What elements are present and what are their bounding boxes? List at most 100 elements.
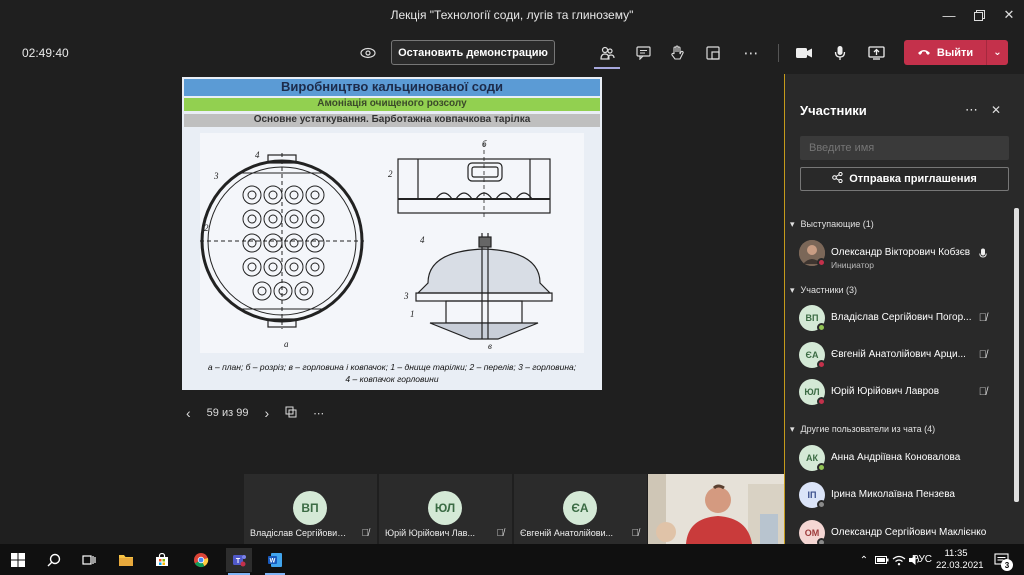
search-participants-input[interactable] [800,136,1009,160]
svg-text:T: T [236,558,241,565]
caret-down-icon: ▾ [790,219,795,229]
status-available-icon [817,463,826,472]
presenters-section-toggle[interactable]: ▾ Выступающие (1) [790,219,874,230]
camera-video-tile[interactable] [648,474,784,544]
restore-icon[interactable] [964,4,994,26]
mic-muted-icon: 🎙̸ [496,528,505,539]
notification-count-badge: 3 [1001,559,1013,571]
participant-name: Євгеній Анатолійович Арци... [831,349,966,360]
close-icon[interactable]: ✕ [994,4,1024,26]
mic-muted-icon: 🎙̸ [978,349,987,361]
chevron-down-icon[interactable]: ⌄ [986,40,1008,65]
input-language[interactable]: РУС [912,554,932,565]
participant-row[interactable]: АК Анна Андріївна Коновалова [799,445,1009,475]
chat-icon[interactable] [632,42,654,64]
rooms-icon[interactable] [702,42,724,64]
presenters-header: Выступающие (1) [800,219,874,229]
mic-muted-icon: 🎙̸ [631,528,640,539]
status-busy-icon [817,258,826,267]
store-icon[interactable] [150,548,174,572]
prev-slide-icon[interactable]: ‹ [186,405,191,421]
participants-section-toggle[interactable]: ▾ Участники (3) [790,285,857,296]
slides-grid-icon[interactable] [285,406,297,421]
others-header: Другие пользователи из чата (4) [800,424,936,434]
participant-row[interactable]: ЮЛ Юрій Юрійович Лавров 🎙̸ [799,379,1009,409]
meeting-toolbar: 02:49:40 Остановить демонстрацию ⋯ Выйти… [0,30,1024,74]
participant-row[interactable]: ВП Владіслав Сергійович Погор... 🎙̸ [799,305,1009,335]
label-b: б [482,139,487,149]
microphone-icon [979,248,987,263]
camera-feed-image [648,474,784,544]
word-icon[interactable]: W [263,548,287,572]
participant-row[interactable]: ІП Ірина Миколаївна Пензева [799,482,1009,512]
next-slide-icon[interactable]: › [264,405,269,421]
label-a: а [284,339,289,349]
participant-row[interactable]: ЄА Євгеній Анатолійович Арци... 🎙̸ [799,342,1009,372]
minimize-icon[interactable]: — [934,4,964,26]
more-options-icon[interactable]: ⋯ [740,42,762,64]
avatar: ЄА [563,491,597,525]
video-tile[interactable]: ЄА Євгеній Анатолійови... 🎙̸ [514,474,647,544]
participants-panel: Участники ⋯ ✕ Отправка приглашения ▾ Выс… [784,74,1024,547]
panel-scrollbar[interactable] [1014,208,1019,502]
window-titlebar: Лекція "Технології соди, лугів та глиноз… [0,0,1024,30]
participant-name: Анна Андріївна Коновалова [831,452,961,463]
label-4-plan: 4 [255,150,260,160]
window-title: Лекція "Технології соди, лугів та глиноз… [390,8,634,22]
participant-name: Ірина Миколаївна Пензева [831,489,955,500]
search-icon[interactable] [42,548,66,572]
participant-name: Юрій Юрійович Лавров [831,386,940,397]
caret-down-icon: ▾ [790,285,795,295]
task-view-icon[interactable] [77,548,101,572]
phone-hangup-icon [917,47,931,59]
others-section-toggle[interactable]: ▾ Другие пользователи из чата (4) [790,424,935,435]
clock-time: 11:35 [944,548,968,559]
participant-row-presenter[interactable]: Олександр Вікторович Кобзєв Инициатор [799,240,1009,270]
file-explorer-icon[interactable] [114,548,138,572]
share-screen-icon[interactable] [865,42,887,64]
mic-muted-icon: 🎙̸ [978,312,987,324]
share-link-icon [832,171,843,186]
teams-taskbar-icon[interactable]: T [226,548,252,572]
windows-taskbar: T W ⌃ РУС 11:35 22.03.2021 3 [0,544,1024,575]
label-3-plan: 3 [213,171,219,181]
toolbar-divider [778,44,779,62]
eye-icon[interactable] [357,42,379,64]
participant-name: Олександр Вікторович Кобзєв [831,247,971,258]
slide-counter: 59 из 99 [206,407,249,419]
slide-subtitle-band: Амоніація очищеного розсолу [184,98,600,111]
status-available-icon [817,323,826,332]
tile-label: Владіслав Сергійович... [250,528,348,538]
video-tile[interactable]: ВП Владіслав Сергійович... 🎙̸ [244,474,377,544]
microphone-icon[interactable] [829,42,851,64]
label-3-cap: 3 [403,291,409,301]
leave-button-label: Выйти [936,46,974,59]
tile-label: Юрій Юрійович Лав... [385,528,475,538]
leave-button[interactable]: Выйти ⌄ [904,40,1008,65]
participants-header: Участники (3) [800,285,858,295]
label-2-plan: 2 [204,223,209,233]
slide-title-band: Виробництво кальцинованої соди [184,79,600,96]
panel-more-icon[interactable]: ⋯ [965,102,978,118]
meeting-timer: 02:49:40 [22,46,69,60]
stop-share-button[interactable]: Остановить демонстрацию [391,40,555,65]
video-tile[interactable]: ЮЛ Юрій Юрійович Лав... 🎙̸ [379,474,512,544]
windows-start-icon[interactable] [6,548,30,572]
send-invite-button[interactable]: Отправка приглашения [800,167,1009,191]
participants-icon[interactable] [596,42,618,64]
slide-caption-line1: а – план; б – розріз; в – горловина і ко… [207,362,577,372]
slide-more-options-icon[interactable]: ⋯ [313,407,324,420]
panel-close-icon[interactable]: ✕ [991,103,1001,117]
chrome-icon[interactable] [189,548,213,572]
svg-text:W: W [270,559,276,565]
taskbar-clock[interactable]: 11:35 22.03.2021 [936,548,984,572]
slide-title: Виробництво кальцинованої соди [281,79,503,94]
slide-caption: а – план; б – розріз; в – горловина і ко… [182,361,602,385]
camera-icon[interactable] [793,42,815,64]
panel-title: Участники [800,103,867,118]
participant-role: Инициатор [831,260,874,270]
status-busy-icon [817,360,826,369]
slide-caption-line2: 4 – ковпачок горловини [345,374,439,384]
raise-hand-icon[interactable] [666,42,688,64]
send-invite-label: Отправка приглашения [849,173,977,185]
